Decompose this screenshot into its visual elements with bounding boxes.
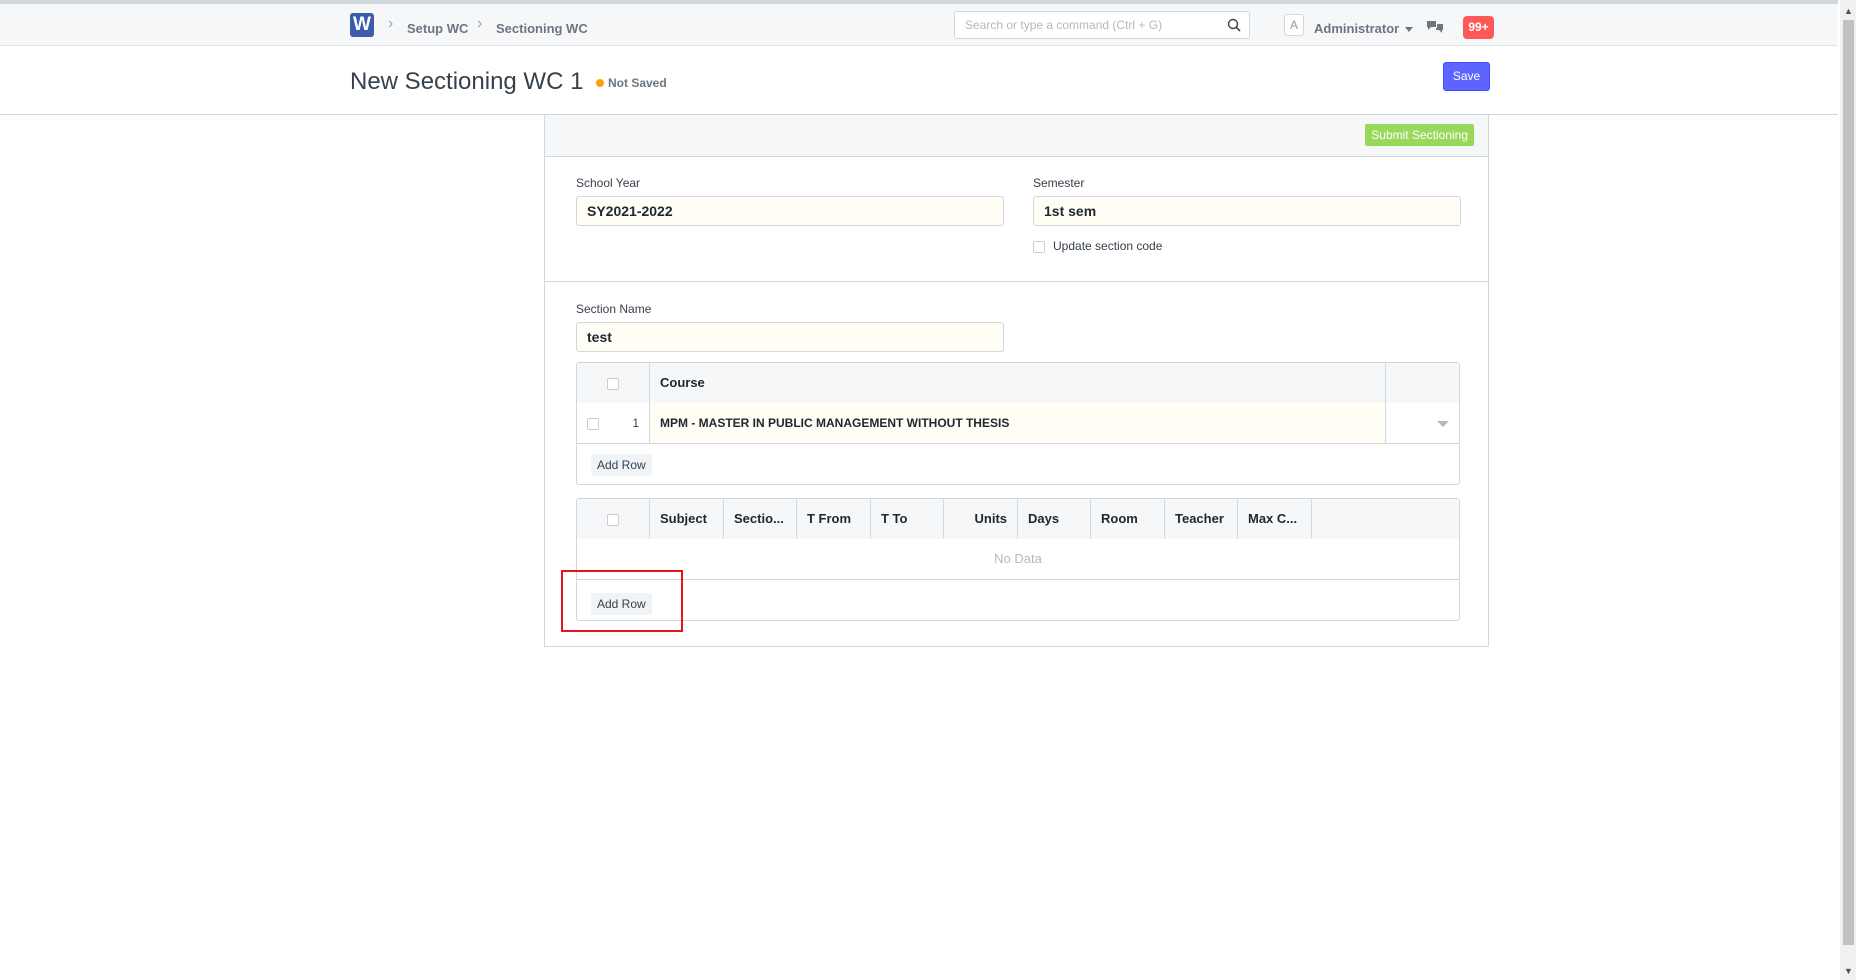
navbar: W › Setup WC › Sectioning WC A Administr…: [0, 4, 1838, 46]
submit-sectioning-button[interactable]: Submit Sectioning: [1365, 124, 1474, 146]
semester-label: Semester: [1033, 176, 1085, 190]
semester-field[interactable]: 1st sem: [1033, 196, 1461, 226]
row-edit-cell[interactable]: [1386, 403, 1459, 443]
add-row-button[interactable]: Add Row: [591, 454, 652, 476]
user-menu[interactable]: Administrator: [1314, 21, 1414, 36]
search-input[interactable]: [955, 12, 1220, 38]
course-table: Course 1 MPM - MASTER IN PUBLIC MANAGEME…: [576, 362, 1460, 485]
column-header-time-from: T From: [797, 499, 871, 539]
row-select-cell: 1: [577, 403, 650, 443]
breadcrumb-sectioning-wc[interactable]: Sectioning WC: [496, 21, 588, 36]
user-name: Administrator: [1314, 21, 1400, 36]
table-row[interactable]: 1 MPM - MASTER IN PUBLIC MANAGEMENT WITH…: [577, 403, 1459, 444]
page-header: New Sectioning WC 1 Not Saved Save: [0, 46, 1838, 115]
page-title: New Sectioning WC 1: [350, 68, 584, 95]
select-all-cell: [577, 499, 650, 539]
school-year-field[interactable]: SY2021-2022: [576, 196, 1004, 226]
breadcrumb-setup-wc[interactable]: Setup WC: [407, 21, 468, 36]
status-text: Not Saved: [608, 76, 667, 90]
course-cell[interactable]: MPM - MASTER IN PUBLIC MANAGEMENT WITHOU…: [650, 403, 1386, 443]
form-card: Submit Sectioning School Year SY2021-202…: [544, 115, 1489, 647]
status-dot: [596, 78, 604, 87]
empty-row: No Data: [577, 539, 1459, 580]
column-header-days: Days: [1018, 499, 1091, 539]
select-all-checkbox[interactable]: [607, 513, 619, 526]
form-toolbar: Submit Sectioning: [545, 115, 1488, 157]
subject-table: Subject Sectio... T From T To Units Days…: [576, 498, 1460, 621]
notification-badge[interactable]: 99+: [1463, 16, 1494, 39]
column-header-units: Units: [944, 499, 1018, 539]
school-year-label: School Year: [576, 176, 641, 190]
row-index: 1: [632, 416, 639, 430]
scrollbar-thumb[interactable]: [1843, 20, 1854, 945]
scroll-up-arrow-icon[interactable]: ▲: [1844, 6, 1853, 16]
column-header-teacher: Teacher: [1165, 499, 1238, 539]
subject-table-header: Subject Sectio... T From T To Units Days…: [577, 499, 1459, 540]
column-header-time-to: T To: [871, 499, 944, 539]
chevron-right-icon: ›: [477, 15, 483, 32]
save-button[interactable]: Save: [1443, 62, 1490, 91]
column-header-section: Sectio...: [724, 499, 797, 539]
row-checkbox[interactable]: [587, 418, 599, 430]
status-indicator: Not Saved: [596, 76, 667, 90]
section-name-field[interactable]: test: [576, 322, 1004, 352]
highlight-annotation: [561, 570, 683, 632]
column-header-max-capacity: Max C...: [1238, 499, 1312, 539]
caret-down-icon: [1405, 27, 1414, 33]
avatar[interactable]: A: [1284, 14, 1304, 36]
column-header-room: Room: [1091, 499, 1165, 539]
select-all-cell: [577, 363, 650, 403]
no-data-text: No Data: [994, 551, 1042, 566]
select-all-checkbox[interactable]: [607, 377, 619, 390]
app-logo[interactable]: W: [350, 13, 374, 37]
chevron-right-icon: ›: [388, 15, 394, 32]
section-divider: [545, 281, 1488, 282]
dropdown-arrow-icon[interactable]: [1437, 421, 1449, 427]
scroll-down-arrow-icon[interactable]: ▼: [1844, 966, 1853, 976]
column-header-subject: Subject: [650, 499, 724, 539]
update-section-code-label: Update section code: [1053, 239, 1163, 253]
column-header-course: Course: [650, 363, 1386, 403]
course-table-header: Course: [577, 363, 1459, 404]
update-section-code-checkbox[interactable]: [1033, 240, 1045, 253]
section-name-label: Section Name: [576, 302, 652, 316]
search-box: [954, 11, 1250, 39]
chat-icon[interactable]: [1426, 20, 1444, 34]
update-section-code: Update section code: [1033, 239, 1162, 253]
search-icon[interactable]: [1227, 18, 1241, 32]
